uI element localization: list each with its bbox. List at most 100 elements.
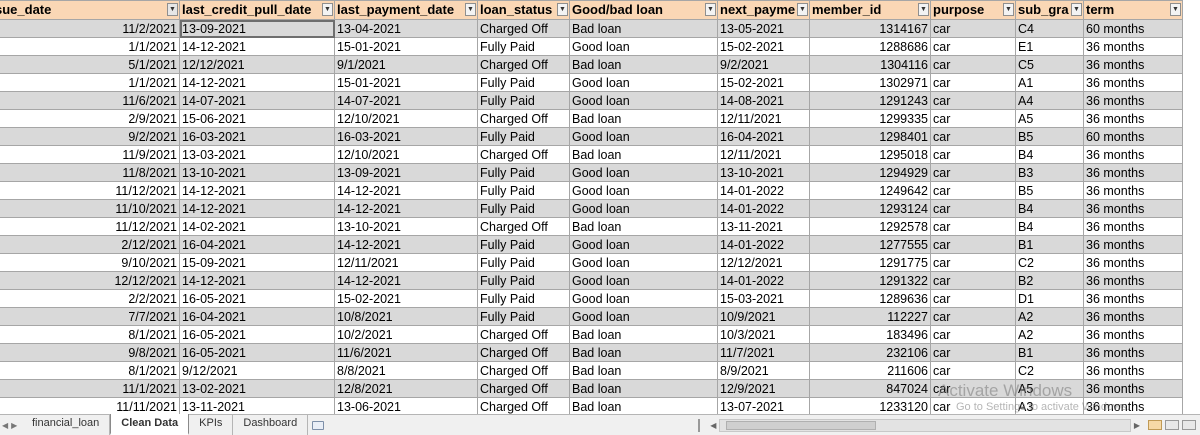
cell[interactable]: 1289636	[809, 289, 931, 308]
cell[interactable]: 1295018	[809, 145, 931, 164]
filter-dropdown-icon[interactable]: ▼	[557, 3, 568, 16]
scroll-left-icon[interactable]: ◀	[710, 421, 716, 430]
page-break-view-icon[interactable]	[1182, 420, 1196, 430]
cell[interactable]: 36 months	[1083, 217, 1183, 236]
cell[interactable]: 15-06-2021	[179, 109, 335, 128]
cell[interactable]: Charged Off	[477, 361, 570, 380]
column-header[interactable]: Good/bad loan ▼	[569, 0, 718, 20]
cell[interactable]: Charged Off	[477, 145, 570, 164]
cell[interactable]: Charged Off	[477, 19, 570, 38]
cell[interactable]: B4	[1015, 145, 1084, 164]
cell[interactable]: 9/12/2021	[179, 361, 335, 380]
cell[interactable]: 11/12/2021	[0, 217, 180, 236]
cell[interactable]: B4	[1015, 199, 1084, 218]
cell[interactable]: 60 months	[1083, 127, 1183, 146]
cell[interactable]: 2/9/2021	[0, 109, 180, 128]
cell[interactable]: Bad loan	[569, 343, 718, 362]
cell[interactable]: 14-02-2021	[179, 217, 335, 236]
cell[interactable]: 13-10-2021	[179, 163, 335, 182]
cell[interactable]: C2	[1015, 361, 1084, 380]
cell[interactable]: car	[930, 127, 1016, 146]
cell[interactable]: 36 months	[1083, 235, 1183, 254]
cell[interactable]: Bad loan	[569, 217, 718, 236]
cell[interactable]: 15-02-2021	[717, 73, 810, 92]
cell[interactable]: 14-12-2021	[179, 181, 335, 200]
cell[interactable]: 36 months	[1083, 343, 1183, 362]
normal-view-icon[interactable]	[1148, 420, 1162, 430]
cell[interactable]: Fully Paid	[477, 127, 570, 146]
cell[interactable]: 14-12-2021	[334, 271, 478, 290]
cell[interactable]: 5/1/2021	[0, 55, 180, 74]
filter-dropdown-icon[interactable]: ▼	[1170, 3, 1181, 16]
cell[interactable]: car	[930, 91, 1016, 110]
cell[interactable]: 1249642	[809, 181, 931, 200]
cell[interactable]: 13-03-2021	[179, 145, 335, 164]
cell[interactable]: 112227	[809, 307, 931, 326]
cell[interactable]: Good loan	[569, 253, 718, 272]
column-header[interactable]: loan_status ▼	[477, 0, 570, 20]
cell[interactable]: Good loan	[569, 91, 718, 110]
next-sheet-icon[interactable]: ▶	[11, 421, 17, 430]
cell[interactable]: 8/8/2021	[334, 361, 478, 380]
cell[interactable]: 1293124	[809, 199, 931, 218]
cell[interactable]: 8/1/2021	[0, 361, 180, 380]
cell[interactable]: 15-02-2021	[717, 37, 810, 56]
cell[interactable]: A4	[1015, 91, 1084, 110]
cell[interactable]: Fully Paid	[477, 235, 570, 254]
cell[interactable]: 12/11/2021	[334, 253, 478, 272]
cell[interactable]: 16-04-2021	[717, 127, 810, 146]
cell[interactable]: Good loan	[569, 73, 718, 92]
cell[interactable]: 11/8/2021	[0, 163, 180, 182]
cell[interactable]: Charged Off	[477, 325, 570, 344]
cell[interactable]: 1291775	[809, 253, 931, 272]
cell[interactable]: Good loan	[569, 235, 718, 254]
cell[interactable]: car	[930, 361, 1016, 380]
cell[interactable]: 14-08-2021	[717, 91, 810, 110]
cell[interactable]: car	[930, 199, 1016, 218]
filter-dropdown-icon[interactable]: ▼	[465, 3, 476, 16]
cell[interactable]: 16-05-2021	[179, 325, 335, 344]
cell[interactable]: 16-05-2021	[179, 343, 335, 362]
cell[interactable]: Fully Paid	[477, 199, 570, 218]
cell[interactable]: 36 months	[1083, 109, 1183, 128]
scroll-thumb[interactable]	[726, 420, 877, 430]
cell[interactable]: 2/2/2021	[0, 289, 180, 308]
cell[interactable]: car	[930, 253, 1016, 272]
cell[interactable]: 1292578	[809, 217, 931, 236]
cell[interactable]: C4	[1015, 19, 1084, 38]
cell[interactable]: 1233120	[809, 397, 931, 414]
horizontal-scrollbar[interactable]: ◀ ▶	[706, 415, 1144, 435]
cell[interactable]: 10/2/2021	[334, 325, 478, 344]
cell[interactable]: 11/7/2021	[717, 343, 810, 362]
cell[interactable]: Bad loan	[569, 145, 718, 164]
cell[interactable]: car	[930, 379, 1016, 398]
cell[interactable]: 14-12-2021	[334, 235, 478, 254]
cell[interactable]: 12/12/2021	[0, 271, 180, 290]
cell[interactable]: car	[930, 235, 1016, 254]
cell[interactable]: 1314167	[809, 19, 931, 38]
cell[interactable]: 1291322	[809, 271, 931, 290]
cell[interactable]: 13-11-2021	[179, 397, 335, 414]
sheet-tab[interactable]: KPIs	[189, 414, 234, 435]
cell[interactable]: car	[930, 325, 1016, 344]
cell[interactable]: Fully Paid	[477, 307, 570, 326]
cell[interactable]: car	[930, 289, 1016, 308]
cell[interactable]: Good loan	[569, 289, 718, 308]
cell[interactable]: Fully Paid	[477, 271, 570, 290]
cell[interactable]: 14-12-2021	[334, 181, 478, 200]
cell[interactable]: 14-07-2021	[334, 91, 478, 110]
cell[interactable]: A5	[1015, 379, 1084, 398]
filter-dropdown-icon[interactable]: ▼	[797, 3, 808, 16]
cell[interactable]: car	[930, 19, 1016, 38]
cell[interactable]: 14-01-2022	[717, 181, 810, 200]
sheet-tab[interactable]: Dashboard	[233, 414, 309, 435]
cell[interactable]: B2	[1015, 271, 1084, 290]
filter-dropdown-icon[interactable]: ▼	[705, 3, 716, 16]
cell[interactable]: A3	[1015, 397, 1084, 414]
cell[interactable]: B5	[1015, 181, 1084, 200]
cell[interactable]: 36 months	[1083, 37, 1183, 56]
column-header[interactable]: term ▼	[1083, 0, 1183, 20]
cell[interactable]: car	[930, 307, 1016, 326]
page-layout-view-icon[interactable]	[1165, 420, 1179, 430]
cell[interactable]: Fully Paid	[477, 91, 570, 110]
